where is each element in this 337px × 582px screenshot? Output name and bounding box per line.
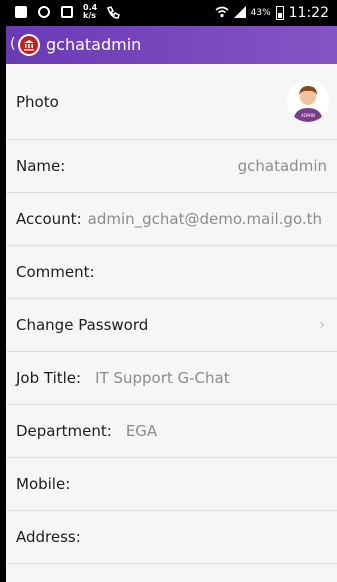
comment-label: Comment: bbox=[16, 263, 95, 281]
comment-row[interactable]: Comment: bbox=[6, 246, 337, 299]
name-label: Name: bbox=[16, 157, 66, 175]
address-label: Address: bbox=[16, 528, 81, 546]
app-logo-icon[interactable] bbox=[18, 34, 40, 56]
photo-row[interactable]: Photo ADMIN bbox=[6, 64, 337, 140]
job-title-label: Job Title: bbox=[16, 369, 82, 387]
photo-label: Photo bbox=[16, 92, 59, 111]
account-row: Account: admin_gchat@demo.mail.go.th bbox=[6, 193, 337, 246]
device-frame: 0.4 k/s 43% 11:22 (gchatadmin Photo ADM… bbox=[0, 0, 337, 582]
avatar-badge-text: ADMIN bbox=[301, 113, 315, 118]
wifi-icon bbox=[215, 6, 229, 21]
account-label: Account: bbox=[16, 210, 82, 228]
name-value: gchatadmin bbox=[237, 157, 327, 175]
avatar[interactable]: ADMIN bbox=[287, 80, 329, 122]
screenshot-app-icon bbox=[14, 5, 28, 19]
missed-call-icon bbox=[106, 5, 121, 19]
department-value: EGA bbox=[125, 422, 158, 440]
image-icon bbox=[60, 5, 74, 19]
mobile-label: Mobile: bbox=[16, 475, 71, 493]
job-title-row[interactable]: Job Title: IT Support G-Chat bbox=[6, 352, 337, 405]
job-title-value: IT Support G-Chat bbox=[95, 369, 230, 387]
change-password-label: Change Password bbox=[16, 316, 149, 334]
status-bar: 0.4 k/s 43% 11:22 bbox=[6, 0, 337, 26]
signal-icon bbox=[233, 5, 246, 21]
circle-app-icon bbox=[37, 5, 51, 19]
clock: 11:22 bbox=[288, 5, 329, 21]
account-value: admin_gchat@demo.mail.go.th bbox=[87, 210, 323, 228]
address-row[interactable]: Address: bbox=[6, 511, 337, 564]
screen: 0.4 k/s 43% 11:22 (gchatadmin Photo ADM… bbox=[6, 0, 337, 582]
status-icons-right: 43% 11:22 bbox=[215, 5, 329, 21]
chevron-right-icon: › bbox=[319, 317, 325, 333]
app-bar: ( gchatadmin bbox=[6, 26, 337, 64]
status-icons-left: 0.4 k/s bbox=[14, 3, 121, 20]
change-password-row[interactable]: Change Password › bbox=[6, 299, 337, 352]
network-speed: 0.4 k/s bbox=[83, 3, 98, 20]
department-row[interactable]: Department: EGA bbox=[6, 405, 337, 458]
department-label: Department: bbox=[16, 422, 112, 440]
name-row: Name: gchatadmin bbox=[6, 140, 337, 193]
mobile-row[interactable]: Mobile: bbox=[6, 458, 337, 511]
battery-percentage: 43% bbox=[250, 8, 271, 18]
page-title: gchatadmin bbox=[46, 35, 142, 54]
back-icon[interactable]: ( bbox=[10, 36, 15, 52]
profile-list: Photo ADMIN Name: gchatadmin Account: ad… bbox=[6, 64, 337, 564]
battery-icon bbox=[275, 6, 284, 20]
